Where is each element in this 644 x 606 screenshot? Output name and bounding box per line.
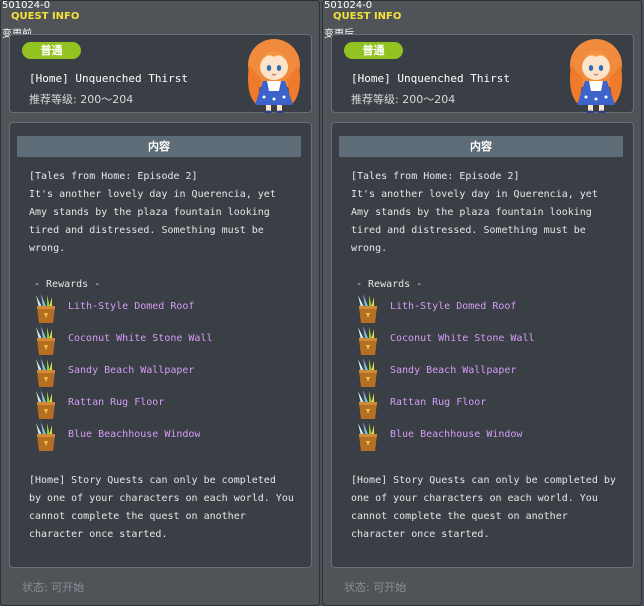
furniture-reward-icon — [358, 326, 377, 355]
rewards-title: - Rewards - — [356, 279, 423, 290]
quest-description: [Tales from Home: Episode 2] It's anothe… — [351, 168, 631, 258]
quest-type-badge: 普通 — [22, 42, 81, 59]
reward-item[interactable]: Lith-Style Domed Roof — [354, 293, 624, 323]
note-line: [Home] Story Quests can only be complete… — [351, 475, 616, 486]
reward-item[interactable]: Blue Beachhouse Window — [354, 421, 624, 451]
description-line: Amy stands by the plaza fountain looking — [351, 207, 592, 218]
description-line: tired and distressed. Something must be — [351, 225, 586, 236]
description-line: tired and distressed. Something must be — [29, 225, 264, 236]
reward-item[interactable]: Rattan Rug Floor — [354, 389, 624, 419]
reward-item[interactable]: Blue Beachhouse Window — [32, 421, 302, 451]
quest-name: [Home] Unquenched Thirst — [29, 72, 188, 85]
quest-header-card: 普通 [Home] Unquenched Thirst 推荐等级: 200～20… — [331, 34, 634, 113]
quest-description: [Tales from Home: Episode 2] It's anothe… — [29, 168, 309, 258]
quest-id: 501024-0 — [2, 0, 51, 11]
window-title: QUEST INFO — [333, 11, 402, 22]
furniture-reward-icon — [36, 358, 55, 387]
reward-name: Lith-Style Domed Roof — [390, 301, 517, 312]
description-line: It's another lovely day in Querencia, ye… — [351, 189, 598, 200]
quest-status: 状态: 可开始 — [22, 581, 85, 594]
furniture-reward-icon — [358, 294, 377, 323]
quest-name: [Home] Unquenched Thirst — [351, 72, 510, 85]
quest-info-panel-after: 501024-0 QUEST INFO 变更后 普通 [Home] Unquen… — [322, 0, 642, 606]
quest-header-card: 普通 [Home] Unquenched Thirst 推荐等级: 200～20… — [9, 34, 312, 113]
reward-name: Sandy Beach Wallpaper — [390, 365, 517, 376]
quest-id: 501024-0 — [324, 0, 373, 11]
reward-name: Blue Beachhouse Window — [390, 429, 523, 440]
furniture-reward-icon — [36, 390, 55, 419]
content-header: 内容 — [17, 136, 301, 157]
description-line: Amy stands by the plaza fountain looking — [29, 207, 270, 218]
quest-note: [Home] Story Quests can only be complete… — [351, 472, 631, 544]
furniture-reward-icon — [36, 326, 55, 355]
furniture-reward-icon — [358, 390, 377, 419]
reward-name: Rattan Rug Floor — [68, 397, 165, 408]
reward-item[interactable]: Rattan Rug Floor — [32, 389, 302, 419]
reward-item[interactable]: Coconut White Stone Wall — [32, 325, 302, 355]
rewards-title: - Rewards - — [34, 279, 101, 290]
window-title: QUEST INFO — [11, 11, 80, 22]
description-line: wrong. — [29, 243, 66, 254]
quest-info-panel-before: 501024-0 QUEST INFO 变更前 普通 [Home] Unquen… — [0, 0, 320, 606]
quest-note: [Home] Story Quests can only be complete… — [29, 472, 309, 544]
reward-name: Sandy Beach Wallpaper — [68, 365, 195, 376]
note-line: character once started. — [351, 529, 490, 540]
reward-item[interactable]: Sandy Beach Wallpaper — [32, 357, 302, 387]
reward-item[interactable]: Sandy Beach Wallpaper — [354, 357, 624, 387]
furniture-reward-icon — [36, 422, 55, 451]
furniture-reward-icon — [358, 422, 377, 451]
furniture-reward-icon — [358, 358, 377, 387]
furniture-reward-icon — [36, 294, 55, 323]
reward-name: Coconut White Stone Wall — [390, 333, 535, 344]
note-line: by one of your characters on each world.… — [29, 493, 294, 504]
npc-avatar — [570, 39, 622, 113]
description-line: [Tales from Home: Episode 2] — [29, 171, 198, 182]
note-line: cannot complete the quest on another — [351, 511, 568, 522]
quest-status: 状态: 可开始 — [344, 581, 407, 594]
recommended-level: 推荐等级: 200～204 — [29, 93, 134, 106]
reward-name: Blue Beachhouse Window — [68, 429, 201, 440]
reward-name: Lith-Style Domed Roof — [68, 301, 195, 312]
reward-name: Rattan Rug Floor — [390, 397, 487, 408]
note-line: one of your characters on each world. Yo… — [351, 493, 598, 504]
recommended-level: 推荐等级: 200～204 — [351, 93, 456, 106]
description-line: [Tales from Home: Episode 2] — [351, 171, 520, 182]
reward-item[interactable]: Coconut White Stone Wall — [354, 325, 624, 355]
description-line: It's another lovely day in Querencia, ye… — [29, 189, 276, 200]
note-line: [Home] Story Quests can only be complete… — [29, 475, 276, 486]
note-line: character once started. — [29, 529, 168, 540]
description-line: wrong. — [351, 243, 388, 254]
quest-type-badge: 普通 — [344, 42, 403, 59]
reward-item[interactable]: Lith-Style Domed Roof — [32, 293, 302, 323]
note-line: cannot complete the quest on another — [29, 511, 246, 522]
npc-avatar — [248, 39, 300, 113]
reward-name: Coconut White Stone Wall — [68, 333, 213, 344]
content-header: 内容 — [339, 136, 623, 157]
